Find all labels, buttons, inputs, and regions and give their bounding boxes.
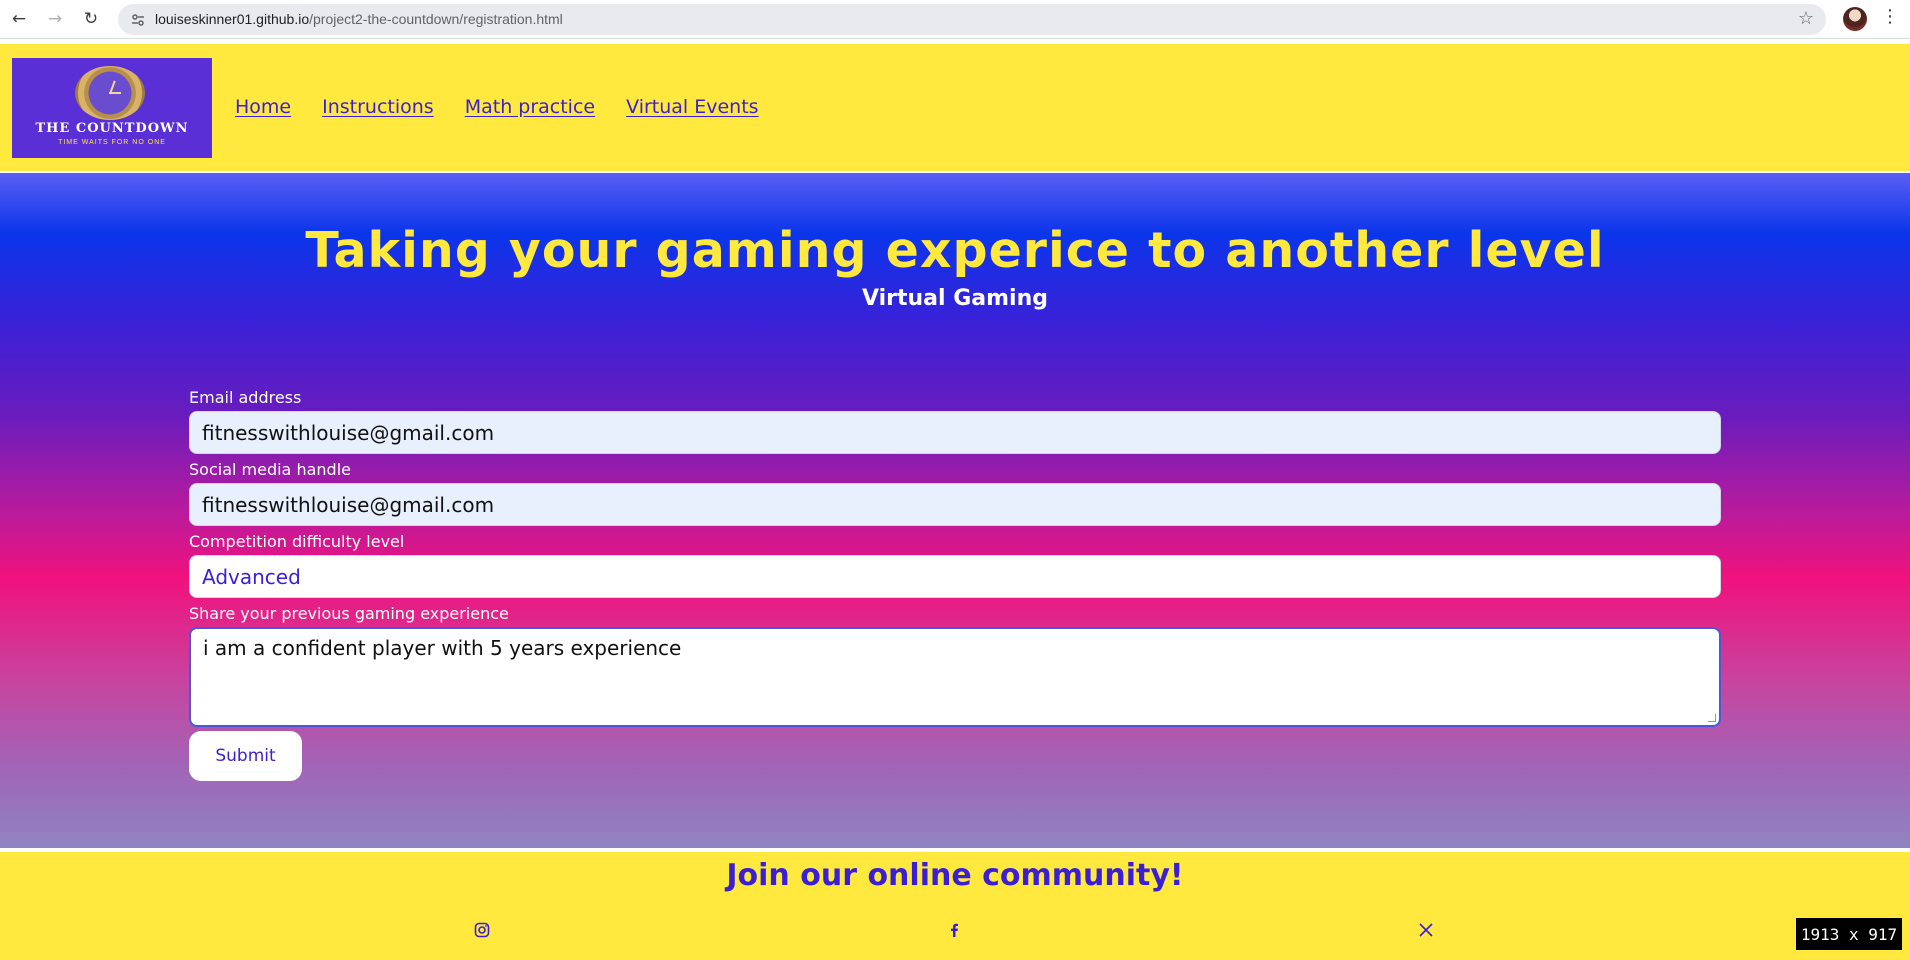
hero-title: Taking your gaming experice to another l… (305, 222, 1605, 279)
reload-icon: ↻ (83, 9, 99, 29)
difficulty-label: Competition difficulty level (189, 532, 405, 551)
hero-subtitle: Virtual Gaming (861, 286, 1049, 311)
email-label: Email address (189, 388, 302, 407)
site-info-icon[interactable] (128, 10, 148, 30)
back-button[interactable]: ← (7, 7, 31, 31)
main-nav: Home Instructions Math practice Virtual … (235, 96, 759, 118)
social-handle-field[interactable]: fitnesswithlouise@gmail.com (189, 483, 1721, 526)
resize-handle-icon[interactable] (1708, 714, 1716, 722)
nav-math-practice-link[interactable]: Math practice (465, 96, 595, 118)
experience-label: Share your previous gaming experience (189, 604, 509, 623)
social-handle-label: Social media handle (189, 460, 351, 479)
experience-textarea[interactable]: i am a confident player with 5 years exp… (189, 627, 1721, 727)
facebook-icon[interactable] (944, 920, 964, 940)
dimensions-badge: 1913 x 917 (1796, 918, 1902, 950)
star-icon[interactable]: ☆ (1798, 8, 1814, 29)
arrow-left-icon: ← (11, 9, 27, 29)
nav-instructions-link[interactable]: Instructions (322, 96, 434, 118)
social-handle-value: fitnesswithlouise@gmail.com (202, 492, 495, 517)
url-host: louiseskinner01.github.io (155, 11, 310, 27)
forward-button[interactable]: → (43, 7, 67, 31)
arrow-right-icon: → (47, 9, 63, 29)
url-path: /project2-the-countdown/registration.htm… (309, 11, 563, 27)
email-field[interactable]: fitnesswithlouise@gmail.com (189, 411, 1721, 454)
site-header: THE COUNTDOWN TIME WAITS FOR NO ONE Home… (0, 44, 1910, 171)
more-options-icon[interactable]: ⋮ (1881, 6, 1899, 27)
logo-title: THE COUNTDOWN (35, 121, 189, 136)
footer-title: Join our online community! (726, 858, 1184, 893)
logo-tagline: TIME WAITS FOR NO ONE (58, 139, 166, 146)
site-footer: Join our online community! (0, 852, 1910, 960)
difficulty-select[interactable]: Advanced (189, 555, 1721, 598)
experience-text: i am a confident player with 5 years exp… (203, 636, 682, 660)
address-bar[interactable]: louiseskinner01.github.io/project2-the-c… (118, 4, 1826, 35)
nav-virtual-events-link[interactable]: Virtual Events (626, 96, 758, 118)
email-field-value: fitnesswithlouise@gmail.com (202, 420, 495, 445)
clock-icon (75, 66, 145, 120)
submit-button[interactable]: Submit (189, 731, 302, 781)
difficulty-selected-value: Advanced (202, 564, 301, 589)
url-text: louiseskinner01.github.io/project2-the-c… (155, 11, 563, 27)
x-twitter-icon[interactable] (1416, 920, 1436, 940)
registration-section: Taking your gaming experice to another l… (0, 173, 1910, 848)
nav-home-link[interactable]: Home (235, 96, 291, 118)
browser-toolbar: ← → ↻ louiseskinner01.github.io/project2… (0, 0, 1910, 39)
profile-avatar[interactable] (1843, 7, 1867, 31)
reload-button[interactable]: ↻ (79, 7, 103, 31)
instagram-icon[interactable] (472, 920, 492, 940)
site-logo[interactable]: THE COUNTDOWN TIME WAITS FOR NO ONE (12, 58, 212, 158)
